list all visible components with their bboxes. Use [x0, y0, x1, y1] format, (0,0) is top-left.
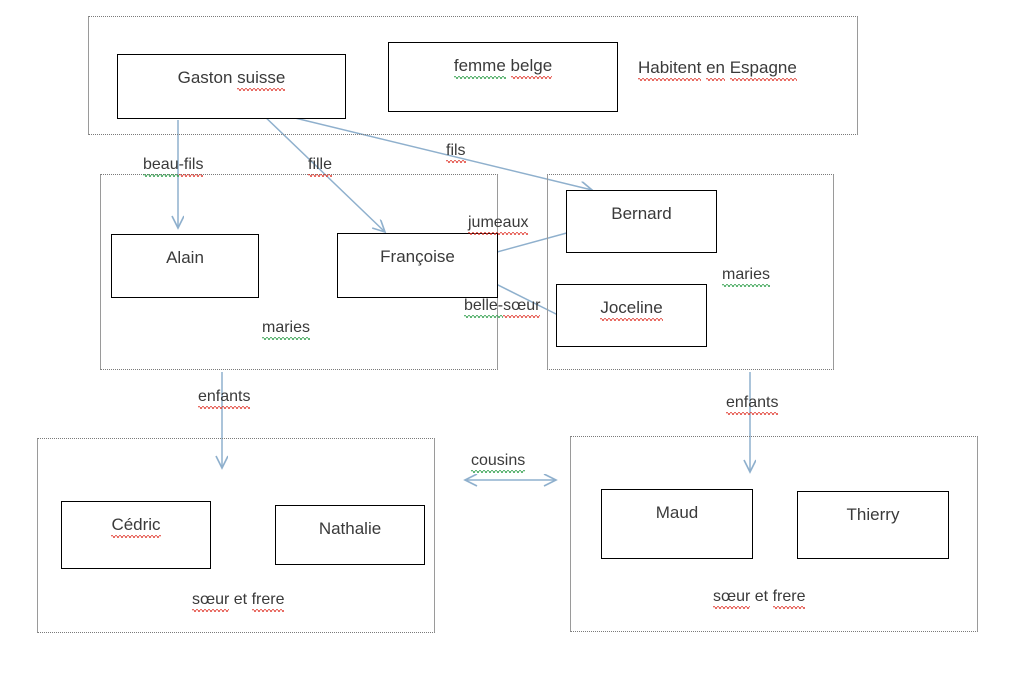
relation-label-fille: fille [308, 156, 333, 178]
spellcheck-fille: fille [308, 156, 333, 178]
spellcheck-jumeaux: jumeaux [468, 214, 529, 236]
spellcheck-suisse: suisse [237, 68, 286, 91]
spellcheck-enfants-right: enfants [726, 394, 779, 416]
spellcheck-belle: belle- [464, 297, 504, 319]
person-box-joceline[interactable]: Joceline [556, 284, 707, 347]
relation-label-jumeaux: jumeaux [468, 214, 529, 236]
spellcheck-maries-right: maries [722, 266, 771, 288]
person-label-gaston: Gaston suisse [177, 68, 286, 91]
spellcheck-cedric: Cédric [111, 515, 161, 538]
spellcheck-habitent: Habitent [638, 58, 702, 81]
spellcheck-espagne: Espagne [729, 58, 797, 81]
relation-label-maries-left: maries [262, 319, 311, 341]
spellcheck-soeur-right: sœur [713, 588, 751, 610]
person-label-bernard: Bernard [611, 204, 672, 223]
relation-label-siblings-left: sœur et frere [192, 591, 284, 613]
relation-label-enfants-right: enfants [726, 394, 779, 416]
spellcheck-soeur-left: sœur [192, 591, 230, 613]
person-box-nathalie[interactable]: Nathalie [275, 505, 425, 565]
person-box-alain[interactable]: Alain [111, 234, 259, 298]
spellcheck-soeur-inline: sœur [503, 297, 541, 319]
person-label-nathalie: Nathalie [318, 519, 382, 538]
spellcheck-femme: femme [453, 56, 506, 79]
relation-label-cousins: cousins [471, 452, 526, 474]
person-box-maud[interactable]: Maud [601, 489, 753, 559]
person-label-femme-belge: femme belge [453, 56, 553, 79]
spellcheck-joceline: Joceline [600, 298, 664, 321]
relation-label-enfants-left: enfants [198, 388, 251, 410]
spellcheck-maries-left: maries [262, 319, 311, 341]
person-box-femme-belge[interactable]: femme belge [388, 42, 618, 112]
spellcheck-fils: fils [446, 142, 466, 164]
spellcheck-beau: beau [143, 156, 179, 178]
person-label-maud: Maud [655, 503, 699, 522]
word-et-left: et [233, 591, 248, 608]
person-box-thierry[interactable]: Thierry [797, 491, 949, 559]
person-label-alain: Alain [166, 248, 204, 267]
spellcheck-frere-right: frere [772, 588, 805, 610]
person-box-francoise[interactable]: Françoise [337, 233, 498, 298]
relation-label-belle-soeur: belle-sœur [464, 297, 541, 319]
person-label-joceline: Joceline [600, 298, 664, 321]
relation-label-maries-right: maries [722, 266, 771, 288]
spellcheck-en: en [706, 58, 725, 81]
spellcheck-fils-suffix: -fils [178, 156, 203, 178]
spellcheck-frere-left: frere [251, 591, 284, 613]
relation-label-fils: fils [446, 142, 466, 164]
person-box-cedric[interactable]: Cédric [61, 501, 211, 569]
person-label-francoise: Françoise [380, 247, 455, 266]
person-box-bernard[interactable]: Bernard [566, 190, 717, 253]
note-habitent-en-espagne: Habitent en Espagne [638, 58, 797, 81]
person-box-gaston[interactable]: Gaston suisse [117, 54, 346, 119]
spellcheck-belge: belge [510, 56, 553, 79]
diagram-canvas: Gaston suisse femme belge Alain François… [0, 0, 1009, 680]
relation-label-siblings-right: sœur et frere [713, 588, 805, 610]
spellcheck-enfants-left: enfants [198, 388, 251, 410]
person-label-cedric: Cédric [111, 515, 161, 538]
spellcheck-cousins: cousins [471, 452, 526, 474]
relation-label-beau-fils: beau-fils [143, 156, 203, 178]
person-label-thierry: Thierry [846, 505, 900, 524]
word-et-right: et [754, 588, 769, 605]
